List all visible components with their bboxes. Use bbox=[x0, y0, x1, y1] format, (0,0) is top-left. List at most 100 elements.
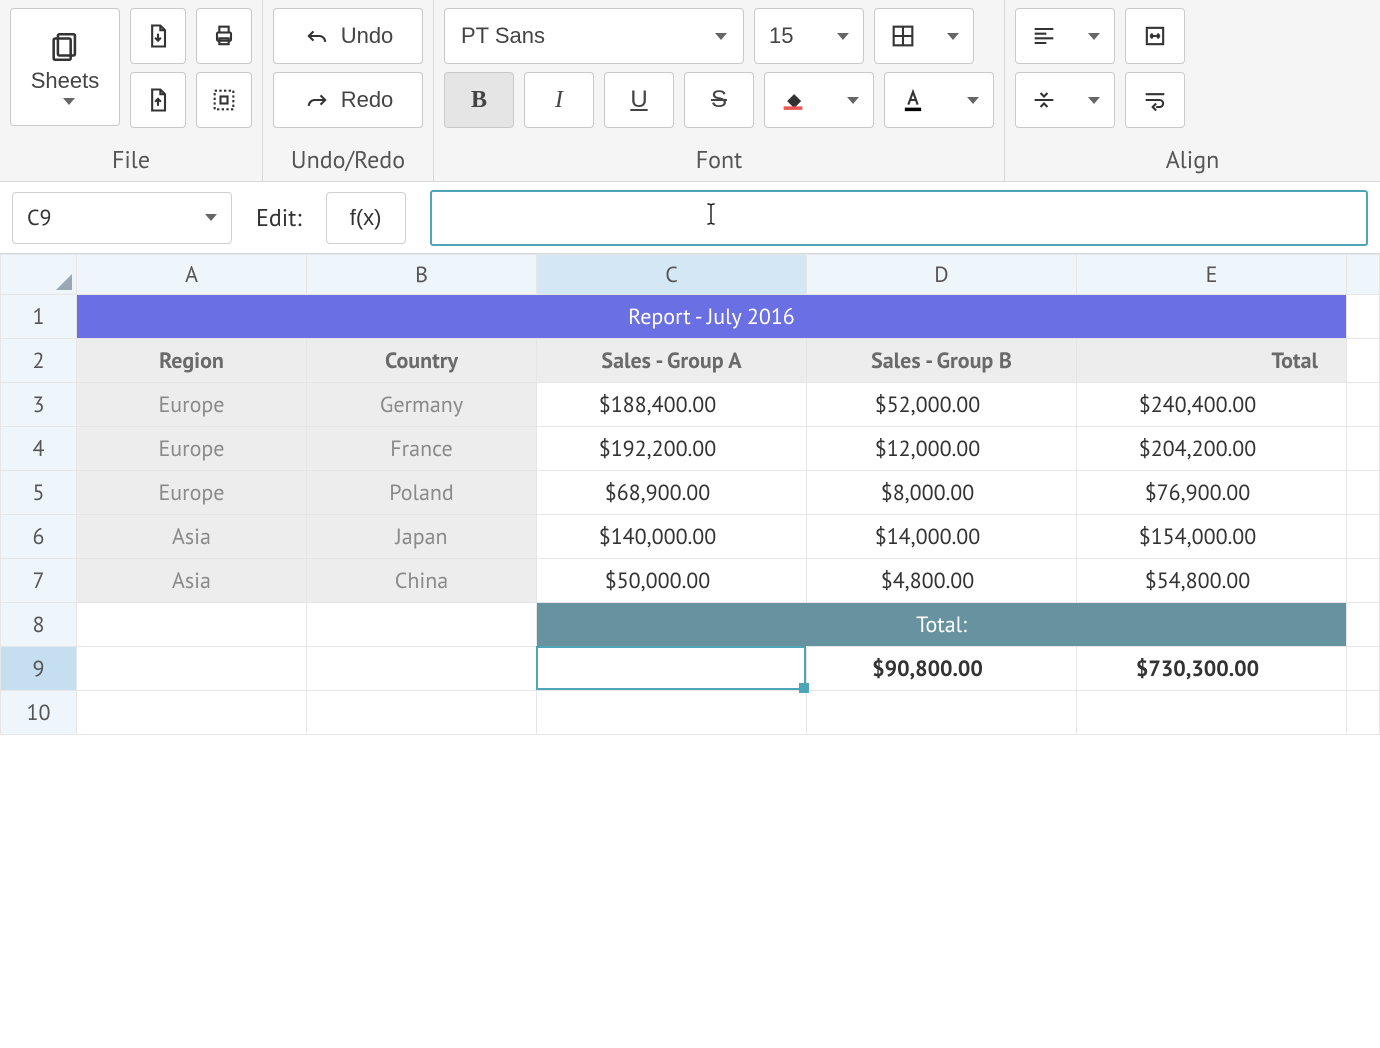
col-header-D[interactable]: D bbox=[807, 255, 1077, 295]
font-group-label: Font bbox=[444, 144, 994, 175]
cell[interactable] bbox=[307, 603, 537, 647]
cell[interactable]: $730,300.00 bbox=[1077, 647, 1347, 691]
row-header-6[interactable]: 6 bbox=[1, 515, 77, 559]
cell[interactable] bbox=[77, 647, 307, 691]
cell[interactable]: $204,200.00 bbox=[1077, 427, 1347, 471]
row-header-4[interactable]: 4 bbox=[1, 427, 77, 471]
file-group-label: File bbox=[10, 144, 252, 175]
cell[interactable]: $76,900.00 bbox=[1077, 471, 1347, 515]
underline-button[interactable]: U bbox=[604, 72, 674, 128]
cell[interactable] bbox=[77, 691, 307, 735]
cell[interactable]: China bbox=[307, 559, 537, 603]
strikethrough-button[interactable]: S bbox=[684, 72, 754, 128]
edit-label: Edit: bbox=[256, 202, 302, 233]
grid-table[interactable]: A B C D E 1 Report - July 2016 2 Region … bbox=[0, 254, 1380, 735]
header-sales-a[interactable]: Sales - Group A bbox=[537, 339, 807, 383]
cell[interactable]: $4,800.00 bbox=[807, 559, 1077, 603]
font-size-select[interactable]: 15 bbox=[754, 8, 864, 64]
cell[interactable] bbox=[807, 691, 1077, 735]
cell-reference-select[interactable]: C9 bbox=[12, 192, 232, 244]
col-header-A[interactable]: A bbox=[77, 255, 307, 295]
cell[interactable]: $90,800.00 bbox=[807, 647, 1077, 691]
cell[interactable]: Asia bbox=[77, 515, 307, 559]
sheets-button[interactable]: Sheets bbox=[10, 8, 120, 126]
undo-icon bbox=[303, 22, 331, 50]
select-all-corner[interactable] bbox=[1, 255, 77, 295]
insert-function-button[interactable]: f(x) bbox=[326, 192, 406, 244]
wrap-text-button[interactable] bbox=[1125, 72, 1185, 128]
undo-button[interactable]: Undo bbox=[273, 8, 423, 64]
cell[interactable]: $192,200.00 bbox=[537, 427, 807, 471]
row-header-10[interactable]: 10 bbox=[1, 691, 77, 735]
cell[interactable] bbox=[1077, 691, 1347, 735]
col-header-E[interactable]: E bbox=[1077, 255, 1347, 295]
cell[interactable] bbox=[537, 691, 807, 735]
row-header-2[interactable]: 2 bbox=[1, 339, 77, 383]
import-spreadsheet-button[interactable] bbox=[130, 72, 186, 128]
row-header-5[interactable]: 5 bbox=[1, 471, 77, 515]
cell-reference-value: C9 bbox=[27, 204, 52, 232]
col-header-C[interactable]: C bbox=[537, 255, 807, 295]
header-region[interactable]: Region bbox=[77, 339, 307, 383]
halign-button[interactable] bbox=[1015, 8, 1115, 64]
cell[interactable]: Europe bbox=[77, 471, 307, 515]
cell[interactable]: $68,900.00 bbox=[537, 471, 807, 515]
valign-button[interactable] bbox=[1015, 72, 1115, 128]
cell[interactable]: $240,400.00 bbox=[1077, 383, 1347, 427]
header-sales-b[interactable]: Sales - Group B bbox=[807, 339, 1077, 383]
cell[interactable]: $188,400.00 bbox=[537, 383, 807, 427]
cell[interactable]: Poland bbox=[307, 471, 537, 515]
autofit-button[interactable] bbox=[1125, 8, 1185, 64]
font-size-value: 15 bbox=[769, 23, 793, 49]
col-header-blank[interactable] bbox=[1347, 255, 1380, 295]
cell[interactable]: Japan bbox=[307, 515, 537, 559]
cell[interactable]: Europe bbox=[77, 383, 307, 427]
row-header-9[interactable]: 9 bbox=[1, 647, 77, 691]
select-all-button[interactable] bbox=[196, 72, 252, 128]
cell[interactable]: Europe bbox=[77, 427, 307, 471]
formula-bar: C9 Edit: f(x) bbox=[0, 182, 1380, 254]
bold-button[interactable]: B bbox=[444, 72, 514, 128]
cell[interactable]: $8,000.00 bbox=[807, 471, 1077, 515]
row-header-7[interactable]: 7 bbox=[1, 559, 77, 603]
report-title[interactable]: Report - July 2016 bbox=[77, 295, 1347, 339]
chevron-down-icon bbox=[947, 33, 959, 40]
sheets-icon bbox=[48, 30, 82, 64]
print-button[interactable] bbox=[196, 8, 252, 64]
header-total[interactable]: Total bbox=[1077, 339, 1347, 383]
row-header-3[interactable]: 3 bbox=[1, 383, 77, 427]
borders-button[interactable] bbox=[874, 8, 974, 64]
cell[interactable]: $54,800.00 bbox=[1077, 559, 1347, 603]
cell[interactable]: France bbox=[307, 427, 537, 471]
row-header-8[interactable]: 8 bbox=[1, 603, 77, 647]
cell[interactable] bbox=[307, 691, 537, 735]
total-label[interactable]: Total: bbox=[537, 603, 1347, 647]
select-icon bbox=[210, 86, 238, 114]
col-header-B[interactable]: B bbox=[307, 255, 537, 295]
cell[interactable]: $52,000.00 bbox=[807, 383, 1077, 427]
header-country[interactable]: Country bbox=[307, 339, 537, 383]
cell[interactable] bbox=[307, 647, 537, 691]
font-family-value: PT Sans bbox=[461, 23, 545, 49]
fill-color-button[interactable] bbox=[764, 72, 874, 128]
font-family-select[interactable]: PT Sans bbox=[444, 8, 744, 64]
cell[interactable]: Germany bbox=[307, 383, 537, 427]
cell[interactable]: $14,000.00 bbox=[807, 515, 1077, 559]
wrap-icon bbox=[1141, 86, 1169, 114]
export-spreadsheet-button[interactable] bbox=[130, 8, 186, 64]
toolbar-group-font: PT Sans 15 B bbox=[434, 0, 1005, 181]
cell[interactable]: $50,000.00 bbox=[537, 559, 807, 603]
cell[interactable]: $154,000.00 bbox=[1077, 515, 1347, 559]
formula-input[interactable] bbox=[430, 190, 1368, 246]
italic-button[interactable]: I bbox=[524, 72, 594, 128]
redo-button[interactable]: Redo bbox=[273, 72, 423, 128]
cell[interactable] bbox=[77, 603, 307, 647]
fx-label: f(x) bbox=[350, 205, 382, 231]
cell[interactable]: $12,000.00 bbox=[807, 427, 1077, 471]
valign-middle-icon bbox=[1030, 86, 1058, 114]
row-header-1[interactable]: 1 bbox=[1, 295, 77, 339]
selected-cell-C9[interactable] bbox=[537, 647, 807, 691]
font-color-button[interactable] bbox=[884, 72, 994, 128]
cell[interactable]: Asia bbox=[77, 559, 307, 603]
cell[interactable]: $140,000.00 bbox=[537, 515, 807, 559]
